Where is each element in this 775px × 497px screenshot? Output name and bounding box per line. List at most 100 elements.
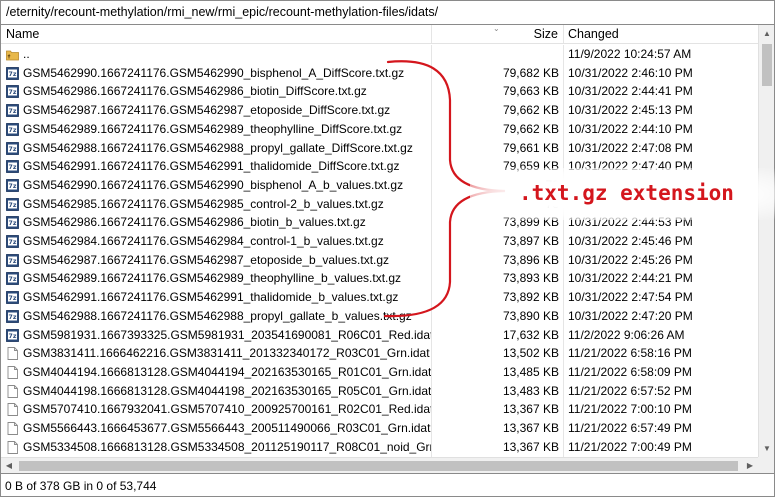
file-changed: 10/31/2022 2:44:10 PM <box>568 121 693 136</box>
file-size: 13,502 KB <box>502 346 559 361</box>
file-row[interactable]: 7z GSM5462987.1667241176.GSM5462987_etopo… <box>1 251 758 270</box>
svg-text:7z: 7z <box>9 90 17 97</box>
scrollbar-corner <box>758 457 774 473</box>
vertical-scroll-thumb[interactable] <box>762 44 772 86</box>
file-name: GSM5981931.1667393325.GSM5981931_2035416… <box>23 327 431 342</box>
file-list-panel: Name ⌄ Size Changed .. 11/9/2022 10:24:57… <box>0 25 775 473</box>
file-size: 13,483 KB <box>502 383 559 398</box>
file-name: GSM5707410.1667932041.GSM5707410_2009257… <box>23 402 431 417</box>
file-row[interactable]: GSM4044198.1666813128.GSM4044198_2021635… <box>1 382 758 401</box>
gz-archive-icon: 7z <box>6 235 19 248</box>
parent-directory-row[interactable]: .. 11/9/2022 10:24:57 AM <box>1 45 758 64</box>
horizontal-scrollbar[interactable]: ◀ ▶ <box>1 457 758 473</box>
file-name: .. <box>23 47 30 61</box>
column-changed-header[interactable]: Changed <box>563 25 758 44</box>
file-row[interactable]: 7z GSM5462988.1667241176.GSM5462988_propy… <box>1 307 758 326</box>
file-row[interactable]: 7z GSM5462988.1667241176.GSM5462988_propy… <box>1 139 758 158</box>
file-name: GSM5462985.1667241176.GSM5462985_control… <box>23 196 384 211</box>
svg-text:7z: 7z <box>9 202 17 209</box>
svg-text:7z: 7z <box>9 258 17 265</box>
vertical-scrollbar[interactable]: ▲ ▼ <box>758 25 774 457</box>
file-name: GSM5334508.1666813128.GSM5334508_2011251… <box>23 439 431 454</box>
file-name: GSM5462986.1667241176.GSM5462986_biotin_… <box>23 215 366 230</box>
gz-archive-icon: 7z <box>6 104 19 117</box>
file-name: GSM5462988.1667241176.GSM5462988_propyl_… <box>23 308 412 323</box>
file-icon <box>6 403 19 417</box>
file-row[interactable]: GSM3831411.1666462216.GSM3831411_2013323… <box>1 344 758 363</box>
file-row[interactable]: GSM5334508.1666813128.GSM5334508_2011251… <box>1 438 758 457</box>
gz-archive-icon: 7z <box>6 160 19 174</box>
file-row[interactable]: GSM5566443.1666453677.GSM5566443_2005114… <box>1 419 758 438</box>
file-name: GSM5462986.1667241176.GSM5462986_biotin_… <box>23 84 367 99</box>
scroll-up-icon[interactable]: ▲ <box>759 25 774 42</box>
gz-archive-icon: 7z <box>6 291 19 304</box>
svg-text:7z: 7z <box>9 183 17 190</box>
file-row[interactable]: 7z GSM5981931.1667393325.GSM5981931_20354… <box>1 326 758 345</box>
scroll-right-icon[interactable]: ▶ <box>742 458 758 473</box>
file-row[interactable]: 7z GSM5462987.1667241176.GSM5462987_etopo… <box>1 101 758 120</box>
file-changed: 10/31/2022 2:47:20 PM <box>568 308 693 323</box>
file-row[interactable]: 7z GSM5462990.1667241176.GSM5462990_bisph… <box>1 64 758 83</box>
gz-archive-icon: 7z <box>6 178 19 192</box>
file-changed: 10/31/2022 2:47:54 PM <box>568 290 693 305</box>
path-bar[interactable]: /eternity/recount-methylation/rmi_new/rm… <box>0 0 775 25</box>
gz-archive-icon: 7z <box>6 197 19 211</box>
gz-archive-icon: 7z <box>6 253 19 267</box>
file-row[interactable]: GSM5707410.1667932041.GSM5707410_2009257… <box>1 400 758 419</box>
parent-folder-icon <box>6 48 19 61</box>
file-changed: 11/21/2022 7:00:10 PM <box>568 402 692 417</box>
status-text: 0 B of 378 GB in 0 of 53,744 <box>5 479 157 493</box>
gz-archive-icon: 7z <box>6 328 19 342</box>
file-size: 79,663 KB <box>502 84 559 99</box>
file-name: GSM5462988.1667241176.GSM5462988_propyl_… <box>23 140 413 155</box>
svg-text:7z: 7z <box>9 314 17 321</box>
scroll-down-icon[interactable]: ▼ <box>759 440 774 457</box>
horizontal-scroll-thumb[interactable] <box>19 461 738 471</box>
file-name: GSM4044194.1666813128.GSM4044194_2021635… <box>23 364 431 379</box>
file-size: 73,893 KB <box>502 271 559 286</box>
file-size: 73,892 KB <box>502 290 559 305</box>
file-icon <box>6 384 19 398</box>
file-name: GSM5462991.1667241176.GSM5462991_thalido… <box>23 159 400 174</box>
file-changed: 10/31/2022 2:44:41 PM <box>568 84 693 99</box>
column-size-header[interactable]: Size <box>431 25 563 44</box>
file-changed: 11/21/2022 6:57:49 PM <box>568 421 692 435</box>
file-size: 13,485 KB <box>502 364 559 379</box>
gz-archive-icon: 7z <box>6 85 19 99</box>
file-changed: 10/31/2022 2:46:10 PM <box>568 65 693 80</box>
file-row[interactable]: 7z GSM5462986.1667241176.GSM5462986_bioti… <box>1 82 758 101</box>
svg-text:7z: 7z <box>9 277 17 284</box>
file-changed: 11/2/2022 9:06:26 AM <box>568 327 685 342</box>
file-row[interactable]: 7z GSM5462989.1667241176.GSM5462989_theop… <box>1 269 758 288</box>
file-icon <box>6 347 19 361</box>
svg-text:7z: 7z <box>9 108 17 115</box>
file-icon <box>6 422 19 435</box>
svg-text:7z: 7z <box>9 239 17 246</box>
file-changed: 11/9/2022 10:24:57 AM <box>568 47 692 61</box>
file-name: GSM5462989.1667241176.GSM5462989_theophy… <box>23 271 402 286</box>
svg-text:7z: 7z <box>9 71 17 78</box>
file-row[interactable]: 7z GSM5462984.1667241176.GSM5462984_contr… <box>1 232 758 251</box>
status-bar: 0 B of 378 GB in 0 of 53,744 <box>0 473 775 497</box>
file-icon <box>6 365 19 379</box>
file-name: GSM5462987.1667241176.GSM5462987_etoposi… <box>23 252 390 267</box>
file-changed: 10/31/2022 2:44:21 PM <box>568 271 693 286</box>
file-changed: 11/21/2022 7:00:49 PM <box>568 439 692 454</box>
column-name-header[interactable]: Name <box>1 25 431 44</box>
file-size: 79,662 KB <box>502 103 559 118</box>
svg-text:7z: 7z <box>9 295 17 302</box>
svg-text:7z: 7z <box>9 333 17 340</box>
file-row[interactable]: GSM4044194.1666813128.GSM4044194_2021635… <box>1 363 758 382</box>
file-name: GSM5462989.1667241176.GSM5462989_theophy… <box>23 121 403 136</box>
file-changed: 11/21/2022 6:57:52 PM <box>568 383 692 398</box>
file-changed: 10/31/2022 2:47:08 PM <box>568 140 693 155</box>
file-changed: 11/21/2022 6:58:16 PM <box>568 346 692 361</box>
scroll-left-icon[interactable]: ◀ <box>1 458 17 473</box>
file-row[interactable]: 7z GSM5462991.1667241176.GSM5462991_thali… <box>1 288 758 307</box>
file-size <box>431 45 559 64</box>
file-row[interactable]: 7z GSM5462989.1667241176.GSM5462989_theop… <box>1 120 758 139</box>
file-size: 17,632 KB <box>502 327 559 342</box>
gz-archive-icon: 7z <box>6 122 19 136</box>
file-rows: .. 11/9/2022 10:24:57 AM 7z GSM5462990.1667… <box>1 45 758 457</box>
column-header: Name ⌄ Size Changed <box>1 25 758 44</box>
